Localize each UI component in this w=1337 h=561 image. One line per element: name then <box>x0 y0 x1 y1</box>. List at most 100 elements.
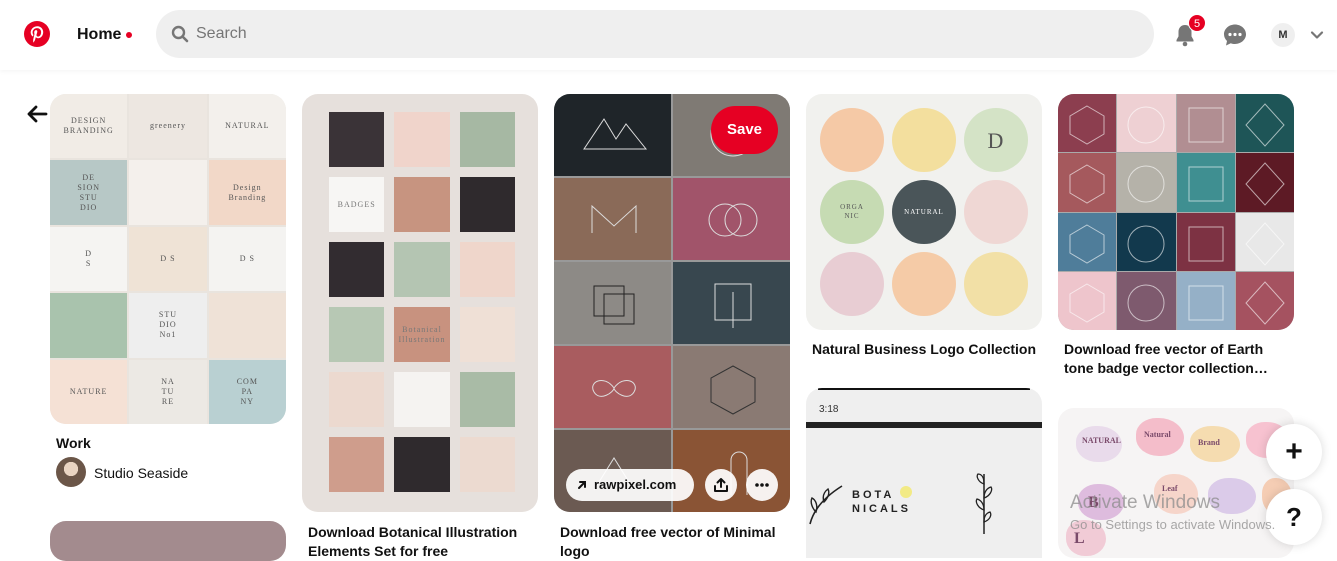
round-logo-badge: ORGA NIC <box>820 180 884 244</box>
more-options-button[interactable] <box>746 469 778 501</box>
search-bar[interactable] <box>156 10 1154 58</box>
design-tile: greenery <box>129 94 207 159</box>
pin-card-natural-logo-image[interactable]: D ORGA NIC NATURAL <box>806 94 1042 330</box>
design-tile <box>459 437 515 492</box>
design-tile <box>1058 212 1117 271</box>
logo-shape-icon <box>714 283 752 328</box>
design-tile <box>208 293 286 358</box>
tile-label: NATURE <box>69 386 108 396</box>
badge-label: Natural <box>1144 430 1171 439</box>
design-tile <box>554 178 671 260</box>
design-tile <box>673 178 790 260</box>
pin-title[interactable]: Work <box>56 434 286 453</box>
design-tile: BADGES <box>329 177 385 232</box>
watercolor-badge <box>1066 520 1106 556</box>
pin-card-work-image[interactable]: DESIGN BRANDING greenery NATURAL DE SION ST… <box>50 94 286 424</box>
add-pin-button[interactable]: + <box>1266 424 1322 480</box>
design-tile: NA TU RE <box>129 359 207 424</box>
design-tile <box>554 346 671 428</box>
badge-label: NATURAL <box>1082 436 1121 445</box>
source-link-label: rawpixel.com <box>594 477 677 492</box>
watercolor-badge <box>1208 478 1256 514</box>
tile-label: D S <box>85 248 93 268</box>
help-button[interactable]: ? <box>1266 489 1322 545</box>
pin-card-minimal-logo-image[interactable] <box>554 94 790 512</box>
share-button[interactable] <box>705 469 737 501</box>
pin-card-botanical-image[interactable]: BADGES Botanical Illustration <box>302 94 538 512</box>
pin-title[interactable]: Download Botanical Illustration Elements… <box>308 523 538 561</box>
tile-label: NATURAL <box>225 121 270 131</box>
design-tile <box>1058 94 1117 153</box>
pin-title[interactable]: Download free vector of Minimal logo <box>560 523 790 561</box>
badge-outline-icon <box>1188 107 1223 143</box>
save-button[interactable]: Save <box>711 106 778 154</box>
search-icon <box>171 25 189 43</box>
design-tile: Botanical Illustration <box>394 307 450 362</box>
design-tile: DESIGN BRANDING <box>50 94 128 159</box>
design-tile <box>673 262 790 344</box>
badge-outline-icon <box>1069 283 1105 323</box>
chevron-down-icon[interactable] <box>1310 28 1324 42</box>
round-logo-badge <box>892 252 956 316</box>
design-tile <box>1235 212 1294 271</box>
design-tile <box>329 307 385 362</box>
tile-label: Design Branding <box>228 182 267 202</box>
badge-outline-icon <box>1245 162 1285 206</box>
design-tile <box>1176 94 1235 153</box>
pin-card-watercolor-badges-image[interactable]: NATURAL Natural Brand Leaf B L <box>1058 408 1294 558</box>
botanical-logo-icon <box>809 485 843 525</box>
badge-outline-icon <box>1245 221 1285 266</box>
design-tile <box>1176 271 1235 330</box>
design-tile <box>554 94 671 176</box>
logo-shape-icon <box>730 451 748 495</box>
leaf-branch-icon <box>975 473 993 534</box>
round-logo-badge <box>964 180 1028 244</box>
author-avatar <box>56 457 86 487</box>
video-duration: 3:18 <box>819 404 839 415</box>
design-tile: Design Branding <box>208 160 286 225</box>
badge-outline-icon <box>1188 285 1223 321</box>
design-tile <box>1176 153 1235 212</box>
search-input[interactable] <box>196 10 1136 58</box>
tile-label: COM PA NY <box>236 376 258 406</box>
messages-chat-icon[interactable] <box>1222 22 1248 48</box>
round-logo-badge <box>820 108 884 172</box>
round-logo-badge <box>820 252 884 316</box>
home-nav-link[interactable]: Home <box>77 26 121 44</box>
logo-shape-icon <box>593 285 635 325</box>
design-tile: DE SION STU DIO <box>50 160 128 225</box>
design-tile: NATURE <box>50 359 128 424</box>
user-avatar[interactable]: M <box>1271 23 1295 47</box>
pin-card-video-image[interactable]: BOTA NICALS <box>806 388 1042 558</box>
watercolor-badge <box>1078 484 1124 520</box>
design-tile <box>394 177 450 232</box>
design-tile <box>673 430 790 512</box>
logo-shape-icon <box>591 204 637 233</box>
design-tile: D S <box>129 226 207 292</box>
pin-card-earth-tone-image[interactable] <box>1058 94 1294 330</box>
source-link-button[interactable]: rawpixel.com <box>566 469 694 501</box>
pin-author[interactable]: Studio Seaside <box>56 457 256 489</box>
tile-label: BADGES <box>337 199 376 209</box>
design-tile <box>1235 153 1294 212</box>
pin-title[interactable]: Natural Business Logo Collection <box>812 340 1042 359</box>
badge-outline-icon <box>1245 281 1285 325</box>
design-tile <box>50 293 128 358</box>
tile-label: greenery <box>150 121 186 131</box>
back-arrow-icon[interactable] <box>26 104 48 124</box>
watercolor-badge <box>1154 474 1198 514</box>
design-tile <box>459 177 515 232</box>
badge-label: B <box>1088 494 1099 511</box>
pin-title[interactable]: Download free vector of Earth tone badge… <box>1064 340 1286 378</box>
pinterest-logo-icon[interactable] <box>24 21 50 47</box>
pin-card-image[interactable] <box>50 521 286 561</box>
logo-shape-icon <box>592 379 636 397</box>
design-tile <box>129 160 207 225</box>
badge-outline-icon <box>1127 225 1165 262</box>
badge-outline-icon <box>1069 223 1105 264</box>
badge-outline-icon <box>1245 103 1285 147</box>
design-tile <box>394 242 450 297</box>
top-navigation-bar: Home 5 M <box>0 0 1337 70</box>
design-tile <box>459 307 515 362</box>
tile-label: DE SION STU DIO <box>77 172 100 212</box>
